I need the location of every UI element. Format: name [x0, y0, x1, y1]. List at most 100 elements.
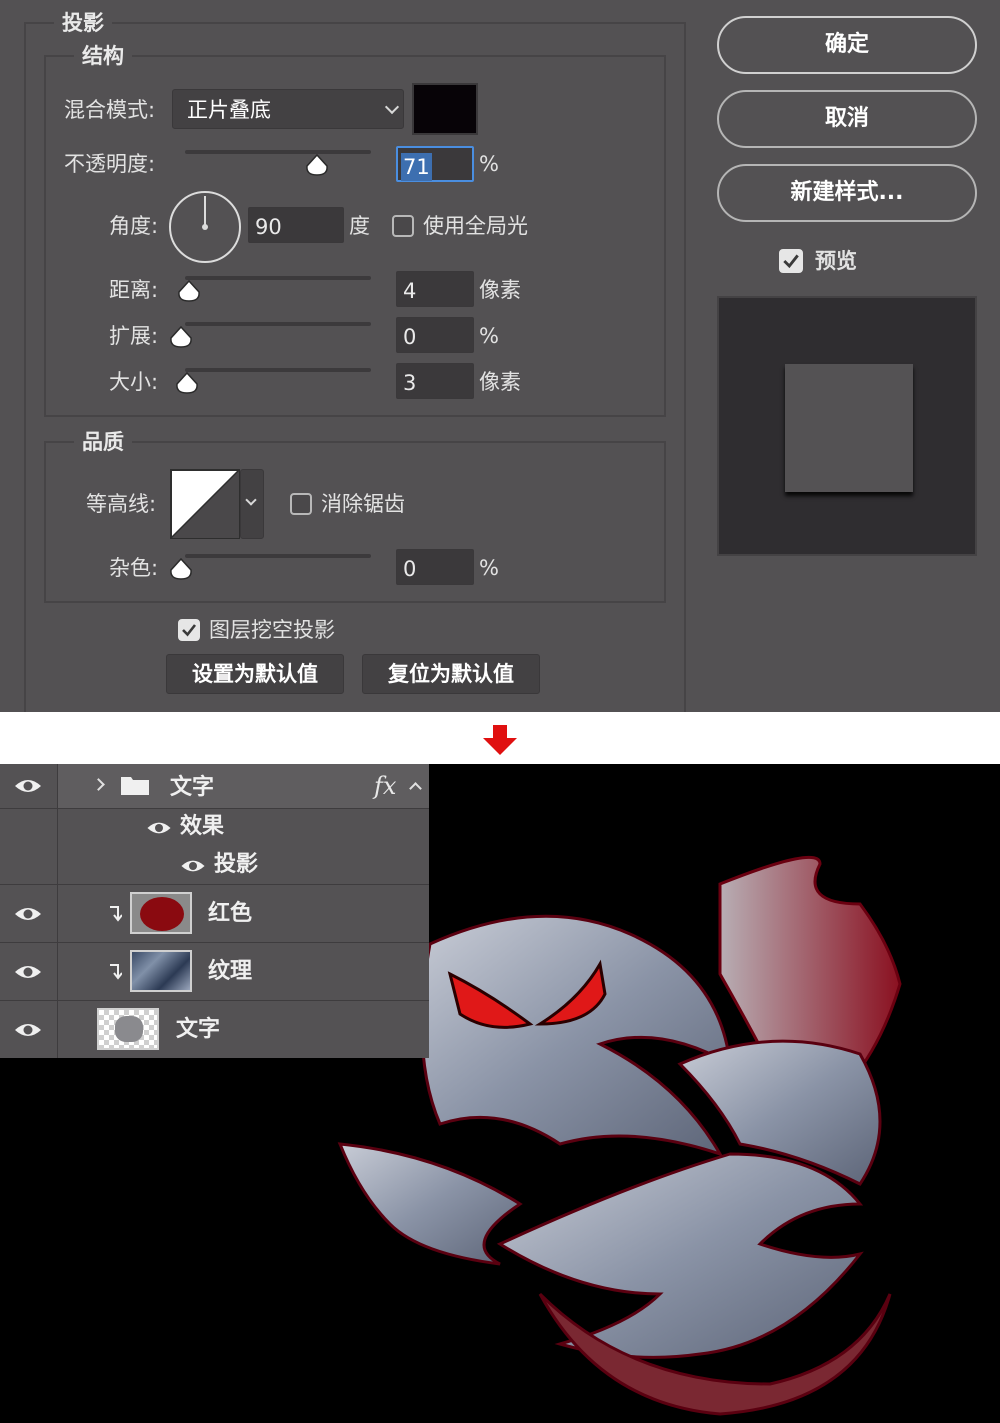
preview-checkbox[interactable]	[779, 249, 803, 273]
distance-label: 距离:	[109, 278, 159, 302]
opacity-slider-track[interactable]	[185, 150, 371, 154]
structure-title: 结构	[74, 43, 132, 69]
spread-value: 0	[403, 325, 417, 349]
effect-drop-shadow-row: 投影	[0, 847, 429, 885]
chevron-down-icon	[245, 494, 257, 506]
distance-slider-track[interactable]	[185, 276, 371, 280]
eye-icon[interactable]	[14, 963, 42, 981]
anti-alias-label: 消除锯齿	[321, 492, 405, 516]
eye-icon[interactable]	[146, 820, 172, 836]
layer-name: 文字	[176, 1017, 221, 1042]
opacity-value: 71	[401, 153, 432, 181]
eye-column	[0, 847, 58, 884]
size-value: 3	[403, 371, 417, 395]
noise-label: 杂色:	[109, 556, 159, 580]
noise-value: 0	[403, 557, 417, 581]
spread-label: 扩展:	[109, 324, 159, 348]
effect-name: 投影	[214, 852, 259, 877]
noise-unit: %	[479, 556, 499, 580]
layer-name: 红色	[208, 901, 253, 926]
size-label: 大小:	[109, 370, 159, 394]
chevron-right-icon[interactable]	[92, 778, 105, 791]
eye-icon[interactable]	[14, 905, 42, 923]
clip-arrow-icon	[110, 906, 122, 922]
distance-slider-thumb[interactable]	[177, 280, 201, 302]
size-unit: 像素	[479, 370, 521, 394]
layer-name: 纹理	[208, 959, 253, 984]
quality-title: 品质	[74, 429, 132, 455]
new-style-button[interactable]: 新建样式...	[717, 164, 977, 222]
layer-group-row[interactable]: 文字 fx	[0, 764, 429, 809]
knockout-label: 图层挖空投影	[209, 618, 335, 642]
distance-unit: 像素	[479, 278, 521, 302]
layer-thumbnail	[130, 950, 192, 992]
layer-row-texture[interactable]: 纹理	[0, 943, 429, 1001]
layer-style-dialog: 投影 结构 混合模式: 正片叠底 不透明度: 71 % 角度: 90 度 使用全…	[0, 0, 1000, 712]
preview-label: 预览	[815, 249, 857, 273]
knockout-checkbox[interactable]	[178, 619, 200, 641]
canvas-area: 文字 fx 效果 投影 红色 纹理 文字	[0, 764, 1000, 1423]
size-input[interactable]: 3	[396, 363, 474, 399]
anti-alias-checkbox[interactable]	[290, 493, 312, 515]
effects-row: 效果	[0, 809, 429, 847]
spread-input[interactable]: 0	[396, 317, 474, 353]
opacity-input[interactable]: 71	[396, 146, 474, 182]
ok-button[interactable]: 确定	[717, 16, 977, 74]
noise-slider-track[interactable]	[185, 554, 371, 558]
layer-row-red[interactable]: 红色	[0, 885, 429, 943]
blend-mode-label: 混合模式:	[64, 98, 156, 122]
layers-panel: 文字 fx 效果 投影 红色 纹理 文字	[0, 764, 429, 1058]
folder-icon	[121, 777, 149, 795]
opacity-slider-thumb[interactable]	[305, 154, 329, 176]
make-default-button[interactable]: 设置为默认值	[166, 654, 344, 694]
group-name: 文字	[170, 775, 215, 800]
eye-column	[0, 885, 58, 942]
eye-icon[interactable]	[14, 777, 42, 795]
layer-row-text[interactable]: 文字	[0, 1001, 429, 1058]
eye-column	[0, 943, 58, 1000]
cancel-button[interactable]: 取消	[717, 90, 977, 148]
noise-slider-thumb[interactable]	[169, 558, 193, 580]
angle-value: 90	[255, 215, 282, 239]
preview-panel	[717, 296, 977, 556]
eye-column	[0, 809, 58, 847]
eye-icon[interactable]	[180, 858, 206, 874]
contour-label: 等高线:	[86, 492, 157, 516]
opacity-label: 不透明度:	[64, 152, 156, 176]
preview-swatch	[785, 364, 913, 492]
contour-dropdown[interactable]	[240, 469, 264, 539]
angle-unit: 度	[349, 214, 370, 238]
angle-input[interactable]: 90	[248, 207, 344, 243]
angle-dial[interactable]	[168, 190, 242, 264]
global-light-label: 使用全局光	[423, 214, 528, 238]
chevron-up-icon[interactable]	[409, 782, 422, 795]
angle-label: 角度:	[109, 214, 159, 238]
shadow-color-swatch[interactable]	[412, 83, 478, 135]
reset-default-button[interactable]: 复位为默认值	[362, 654, 540, 694]
noise-input[interactable]: 0	[396, 549, 474, 585]
size-slider-thumb[interactable]	[175, 372, 199, 394]
opacity-unit: %	[479, 152, 499, 176]
size-slider-track[interactable]	[185, 368, 371, 372]
effects-label: 效果	[180, 814, 225, 839]
eye-icon[interactable]	[14, 1021, 42, 1039]
checkmark-icon	[783, 254, 799, 269]
checkmark-icon	[182, 624, 197, 637]
clip-arrow-icon	[110, 964, 122, 980]
spread-unit: %	[479, 324, 499, 348]
fx-icon[interactable]: fx	[374, 772, 396, 800]
contour-preview[interactable]	[170, 469, 240, 539]
eye-column	[0, 1001, 58, 1058]
global-light-checkbox[interactable]	[392, 215, 414, 237]
arrow-down-icon	[483, 725, 517, 755]
eye-column	[0, 764, 58, 808]
layer-thumbnail	[97, 1008, 159, 1050]
layer-thumbnail	[130, 892, 192, 934]
distance-value: 4	[403, 279, 417, 303]
blend-mode-select[interactable]: 正片叠底	[172, 89, 404, 129]
spread-slider-thumb[interactable]	[169, 326, 193, 348]
blend-mode-value: 正片叠底	[187, 98, 271, 122]
spread-slider-track[interactable]	[185, 322, 371, 326]
distance-input[interactable]: 4	[396, 271, 474, 307]
arrow-strip	[0, 712, 1000, 764]
